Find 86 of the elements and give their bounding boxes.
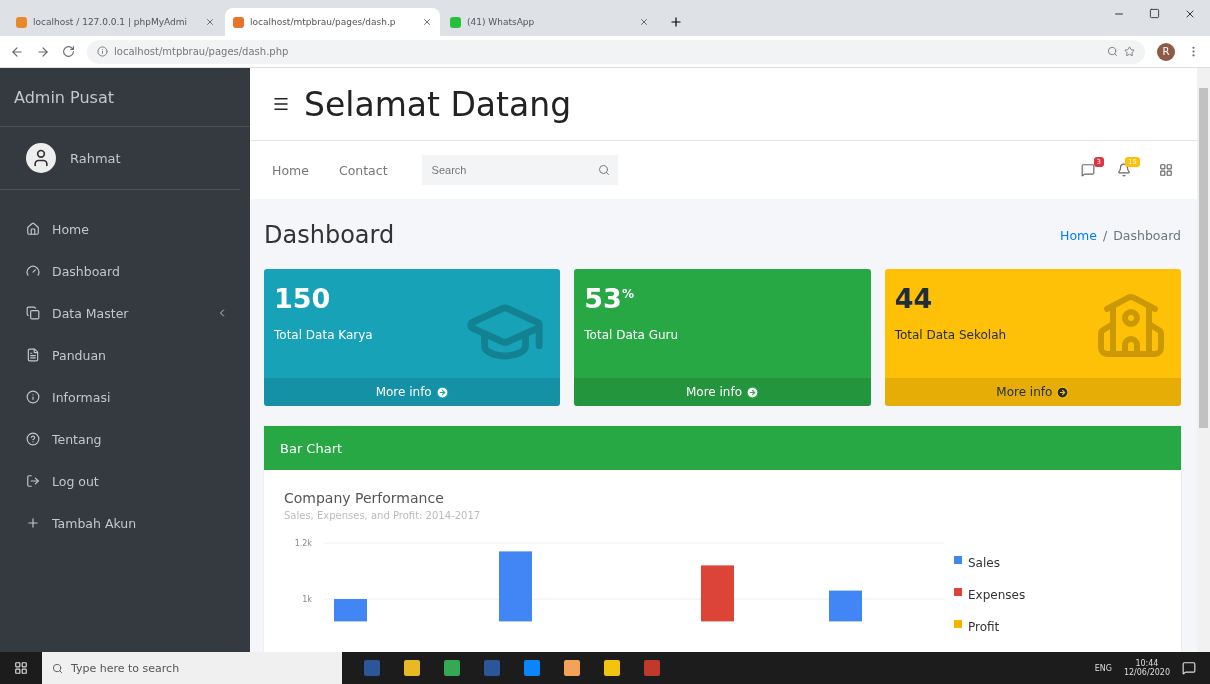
help-icon <box>26 432 40 446</box>
clock-date: 12/06/2020 <box>1123 668 1170 677</box>
arrow-circle-icon <box>746 385 760 399</box>
page-heading: Selamat Datang <box>304 84 572 124</box>
tab-title: (41) WhatsApp <box>467 17 536 27</box>
nav-link[interactable]: Contact <box>338 162 388 178</box>
axis-tick-label: 1k <box>302 595 312 604</box>
search-field[interactable]: Search <box>421 155 618 185</box>
card-header: Bar Chart <box>264 426 1181 470</box>
url-text: localhost/mtpbrau/pages/dash.php <box>114 46 289 57</box>
brand-text: Admin Pusat <box>14 87 114 107</box>
message-icon[interactable] <box>1081 163 1095 177</box>
start-icon[interactable] <box>14 661 28 675</box>
menu-icon[interactable] <box>272 95 290 113</box>
new-tab-icon[interactable] <box>669 15 683 29</box>
address-bar[interactable]: localhost/mtpbrau/pages/dash.php <box>87 39 1145 64</box>
nav-link[interactable]: Home <box>272 162 309 178</box>
search-icon[interactable] <box>597 164 610 176</box>
stat-value: 44 <box>893 282 934 314</box>
bell-icon[interactable] <box>1117 163 1131 177</box>
clock-time: 10:44 <box>1135 659 1159 668</box>
stat-value: 53$^{%}$ <box>583 282 635 314</box>
forward-icon[interactable] <box>36 44 50 59</box>
sidebar-item[interactable]: Data Master <box>26 292 250 334</box>
axis-tick-label: 1.2k <box>294 539 312 548</box>
maximize-icon[interactable] <box>1149 8 1160 19</box>
sidebar-item[interactable]: Informasi <box>26 376 250 418</box>
home-icon <box>26 222 40 236</box>
back-icon[interactable] <box>10 44 24 59</box>
plus-icon <box>26 516 40 530</box>
sidebar-item[interactable]: Tambah Akun <box>26 502 250 544</box>
logout-icon <box>26 474 40 488</box>
scrollbar[interactable] <box>1197 68 1210 652</box>
reload-icon[interactable] <box>62 45 75 58</box>
bar <box>829 590 862 622</box>
stat-label: Total Data Sekolah <box>894 328 1007 342</box>
close-icon[interactable] <box>422 17 432 27</box>
legend-label: Profit <box>968 620 1000 634</box>
language-indicator: ENG <box>1094 663 1112 673</box>
legend-label: Sales <box>968 556 1000 570</box>
browser-tab[interactable]: localhost/mtpbrau/pages/dash.p <box>225 8 440 36</box>
bar <box>334 599 367 622</box>
search-icon <box>52 662 63 674</box>
browser-tab[interactable]: (41) WhatsApp <box>442 8 657 36</box>
grid-icon[interactable] <box>1159 163 1173 177</box>
browser-tab[interactable]: localhost / 127.0.0.1 | phpMyAdmi <box>8 8 223 36</box>
star-icon[interactable] <box>1124 46 1135 57</box>
page-title: Dashboard <box>264 221 395 249</box>
arrow-circle-icon <box>435 385 449 399</box>
info-icon <box>97 46 108 57</box>
info-icon <box>26 390 40 404</box>
user-avatar <box>26 143 56 173</box>
chart-subtitle: Sales, Expenses, and Profit: 2014-2017 <box>284 510 482 521</box>
copy-icon <box>26 306 40 320</box>
user-name: Rahmat <box>70 150 121 166</box>
sidebar-item[interactable]: Tentang <box>26 418 250 460</box>
profile-avatar[interactable]: R <box>1157 42 1175 61</box>
taskbar-search-field[interactable]: Type here to search <box>42 652 342 684</box>
breadcrumb-current: Dashboard <box>1113 227 1181 243</box>
sidebar-item[interactable]: Dashboard <box>26 250 250 292</box>
gauge-icon <box>26 264 40 278</box>
scrollbar-thumb[interactable] <box>1199 88 1208 428</box>
close-icon[interactable] <box>1184 8 1196 20</box>
breadcrumb-separator: / <box>1102 227 1108 243</box>
more-info-link[interactable]: More info <box>574 378 871 406</box>
more-info-link[interactable]: More info <box>264 378 561 406</box>
search-input[interactable]: Search <box>429 163 598 177</box>
sidebar-item[interactable]: Log out <box>26 460 250 502</box>
chart-title: Company Performance <box>284 490 445 506</box>
sidebar-item[interactable]: Panduan <box>26 334 250 376</box>
tab-title: localhost / 127.0.0.1 | phpMyAdmi <box>33 17 189 27</box>
arrow-circle-icon <box>1056 385 1070 399</box>
bar <box>499 551 532 622</box>
file-icon <box>26 348 40 362</box>
stat-label: Total Data Guru <box>584 328 679 342</box>
stat-label: Total Data Karya <box>274 328 373 342</box>
search-icon[interactable] <box>1107 46 1118 57</box>
legend-label: Expenses <box>968 588 1026 602</box>
search-placeholder: Type here to search <box>71 661 180 675</box>
sidebar-item[interactable]: Home <box>26 208 250 250</box>
notification-icon[interactable] <box>1182 661 1196 675</box>
bar <box>701 565 734 622</box>
more-info-link[interactable]: More info <box>884 378 1181 406</box>
stat-value: 150 <box>273 282 332 314</box>
tab-title: localhost/mtpbrau/pages/dash.p <box>250 17 397 27</box>
breadcrumb-link[interactable]: Home <box>1060 227 1097 243</box>
